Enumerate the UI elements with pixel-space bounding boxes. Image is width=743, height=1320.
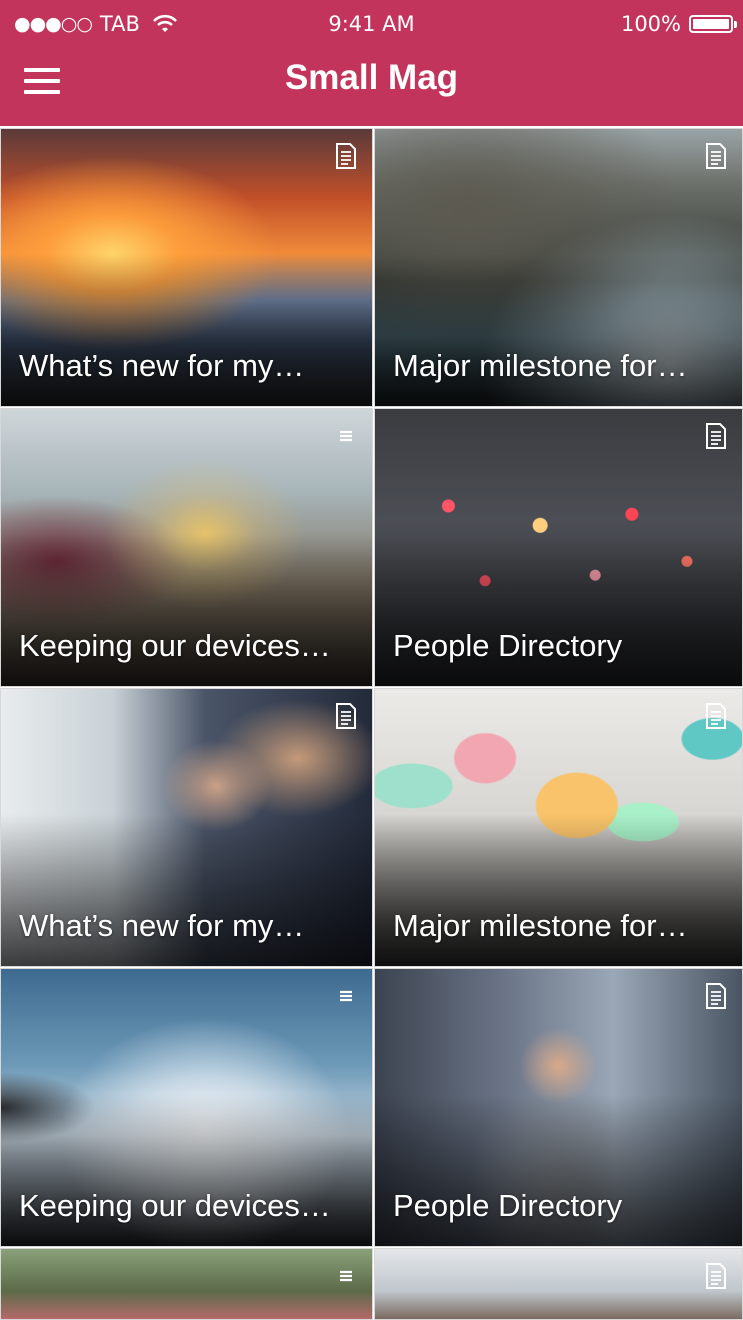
document-icon bbox=[706, 983, 726, 1009]
article-tile[interactable]: Keeping our devices… bbox=[0, 408, 373, 687]
tile-image bbox=[1, 1249, 372, 1319]
tile-caption: Major milestone for… bbox=[393, 348, 688, 383]
list-icon bbox=[340, 1270, 352, 1282]
document-icon bbox=[706, 143, 726, 169]
tile-caption: Keeping our devices… bbox=[19, 1188, 331, 1223]
document-icon bbox=[706, 423, 726, 449]
tile-caption: People Directory bbox=[393, 628, 623, 663]
tile-caption: People Directory bbox=[393, 1188, 623, 1223]
article-tile[interactable] bbox=[374, 1248, 743, 1320]
tile-caption: Major milestone for… bbox=[393, 908, 688, 943]
tile-caption: What’s new for my… bbox=[19, 908, 305, 943]
tile-caption: What’s new for my… bbox=[19, 348, 305, 383]
article-tile[interactable]: What’s new for my… bbox=[0, 688, 373, 967]
article-tile[interactable]: Major milestone for… bbox=[374, 688, 743, 967]
article-tile[interactable]: Major milestone for… bbox=[374, 128, 743, 407]
battery-icon bbox=[689, 15, 737, 33]
article-tile[interactable] bbox=[0, 1248, 373, 1320]
document-icon bbox=[706, 703, 726, 729]
navigation-bar: Small Mag bbox=[0, 52, 743, 126]
article-tile[interactable]: People Directory bbox=[374, 968, 743, 1247]
battery-percentage: 100% bbox=[620, 12, 681, 36]
article-tile[interactable]: People Directory bbox=[374, 408, 743, 687]
tile-caption: Keeping our devices… bbox=[19, 628, 331, 663]
article-tile[interactable]: Keeping our devices… bbox=[0, 968, 373, 1247]
document-icon bbox=[706, 1263, 726, 1289]
tile-image bbox=[375, 1249, 742, 1319]
document-icon bbox=[336, 143, 356, 169]
list-icon bbox=[340, 430, 352, 442]
page-title: Small Mag bbox=[284, 58, 459, 97]
article-tile[interactable]: What’s new for my… bbox=[0, 128, 373, 407]
list-icon bbox=[340, 990, 352, 1002]
document-icon bbox=[336, 703, 356, 729]
status-bar: ●●●○○ TAB 9:41 AM 100% bbox=[0, 0, 743, 52]
status-right: 100% bbox=[620, 12, 737, 36]
